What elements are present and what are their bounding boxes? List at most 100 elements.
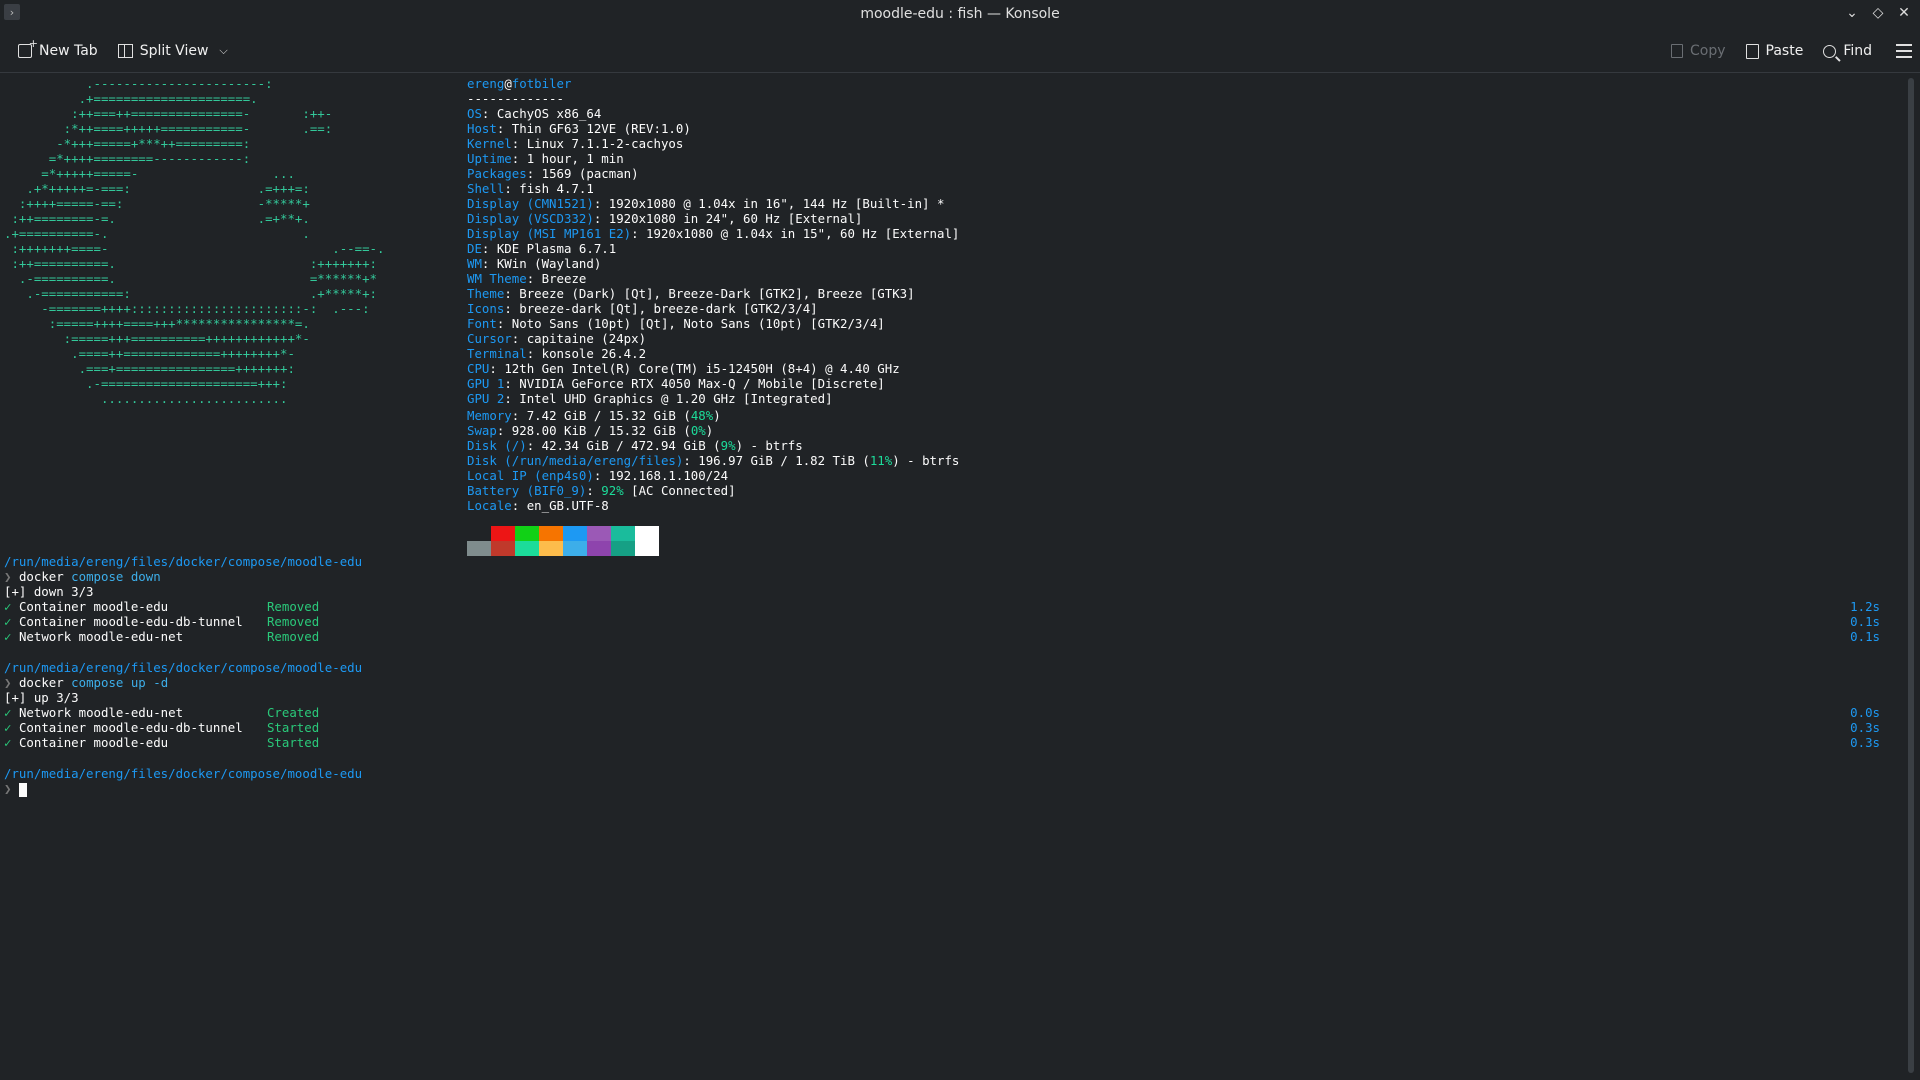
copy-icon <box>1671 44 1683 58</box>
fetch-row: Display (VSCD332): 1920x1080 in 24", 60 … <box>467 211 863 226</box>
ascii-logo-line: .====++=============++++++++*- <box>4 346 295 361</box>
fetch-row: Packages: 1569 (pacman) <box>467 166 639 181</box>
fetch-row: GPU 2: Intel UHD Graphics @ 1.20 GHz [In… <box>467 391 833 406</box>
palette-swatch <box>563 526 587 541</box>
ascii-logo-line: :++++=====-==: -*****+ <box>4 196 310 211</box>
split-view-label: Split View <box>139 43 209 59</box>
active-prompt[interactable]: ❯ <box>4 781 27 797</box>
fetch-memory: Memory: 7.42 GiB / 15.32 GiB (48%) <box>467 408 721 423</box>
paste-button[interactable]: Paste <box>1736 35 1814 67</box>
duration-label: 0.1s <box>1850 614 1880 629</box>
color-palette <box>467 526 659 556</box>
palette-swatch <box>515 526 539 541</box>
duration-label: 0.1s <box>1850 629 1880 644</box>
window-controls: ⌄ ◇ ✕ <box>1844 4 1912 22</box>
hamburger-menu-icon[interactable] <box>1896 44 1912 58</box>
palette-swatch <box>635 526 659 541</box>
fetch-row: Display (CMN1521): 1920x1080 @ 1.04x in … <box>467 196 945 211</box>
fetch-hostname: fotbiler <box>511 76 572 91</box>
split-view-icon <box>117 44 133 58</box>
command-line: ❯ docker compose down <box>4 569 161 584</box>
duration-label: 1.2s <box>1850 599 1880 614</box>
palette-swatch <box>467 526 491 541</box>
ascii-logo-line: :=====+++==========++++++++++++*- <box>4 331 310 346</box>
ascii-logo-line: .-===========: .+*****+: <box>4 286 377 301</box>
minimize-icon[interactable]: ⌄ <box>1844 4 1860 22</box>
fetch-row: Cursor: capitaine (24px) <box>467 331 647 346</box>
ascii-logo-line: -=======++++:::::::::::::::::::::::-: .-… <box>4 301 370 316</box>
ascii-logo-line: :++==========. :+++++++: <box>4 256 377 271</box>
palette-swatch <box>491 526 515 541</box>
ascii-logo-line: :++========-=. .=+**+. <box>4 211 310 226</box>
copy-button[interactable]: Copy <box>1661 35 1736 67</box>
terminal-view[interactable]: .-----------------------: .+============… <box>0 74 1900 1080</box>
fetch-battery: Battery (BIF0_9): 92% [AC Connected] <box>467 483 736 498</box>
palette-swatch <box>635 541 659 556</box>
find-label: Find <box>1843 43 1872 59</box>
chevron-down-icon[interactable]: ⌵ <box>219 44 227 58</box>
prompt-path: /run/media/ereng/files/docker/compose/mo… <box>4 660 363 675</box>
fetch-user-host: ereng@fotbiler <box>467 76 572 91</box>
search-icon <box>1823 44 1837 58</box>
fetch-row: Display (MSI MP161 E2): 1920x1080 @ 1.04… <box>467 226 960 241</box>
fetch-row: Theme: Breeze (Dark) [Qt], Breeze-Dark [… <box>467 286 915 301</box>
maximize-icon[interactable]: ◇ <box>1870 4 1886 22</box>
down-header: [+] down 3/3 <box>4 584 94 599</box>
command-line: ❯ docker compose up -d <box>4 675 169 690</box>
result-row: ✓ Container moodle-edu Started <box>4 735 320 750</box>
ascii-logo-line: .===+================+++++++: <box>4 361 295 376</box>
palette-swatch <box>587 526 611 541</box>
ascii-logo-line: =*++++========------------: <box>4 151 251 166</box>
window-titlebar: › moodle-edu : fish — Konsole ⌄ ◇ ✕ <box>0 0 1920 28</box>
close-icon[interactable]: ✕ <box>1896 4 1912 22</box>
ascii-logo-line: .+=====================. <box>4 91 258 106</box>
duration-label: 0.3s <box>1850 720 1880 735</box>
result-row: ✓ Container moodle-edu-db-tunnel Removed <box>4 614 320 629</box>
up-header: [+] up 3/3 <box>4 690 79 705</box>
palette-swatch <box>467 541 491 556</box>
terminal-icon[interactable]: › <box>4 4 20 20</box>
duration-label: 0.3s <box>1850 735 1880 750</box>
text-cursor <box>18 782 27 797</box>
fetch-locale: Locale: en_GB.UTF-8 <box>467 498 609 513</box>
fetch-row: CPU: 12th Gen Intel(R) Core(TM) i5-12450… <box>467 361 900 376</box>
palette-swatch <box>611 541 635 556</box>
fetch-row: Kernel: Linux 7.1.1-2-cachyos <box>467 136 684 151</box>
result-row: ✓ Network moodle-edu-net Removed <box>4 629 320 644</box>
palette-swatch <box>587 541 611 556</box>
new-tab-label: New Tab <box>39 43 98 59</box>
fetch-row: Font: Noto Sans (10pt) [Qt], Noto Sans (… <box>467 316 885 331</box>
copy-label: Copy <box>1690 43 1726 59</box>
fetch-user: ereng <box>467 76 505 91</box>
result-row: ✓ Network moodle-edu-net Created <box>4 705 320 720</box>
new-tab-button[interactable]: New Tab <box>8 35 108 67</box>
fetch-disk-files: Disk (/run/media/ereng/files): 196.97 Gi… <box>467 453 960 468</box>
ascii-logo-line: .-----------------------: <box>4 76 273 91</box>
palette-swatch <box>611 526 635 541</box>
duration-label: 0.0s <box>1850 705 1880 720</box>
palette-swatch <box>539 541 563 556</box>
paste-icon <box>1745 43 1759 59</box>
ascii-logo-line: :+++++++====- .--==-. <box>4 241 385 256</box>
ascii-logo-line: :*++====+++++===========- .==: <box>4 121 333 136</box>
fetch-row: DE: KDE Plasma 6.7.1 <box>467 241 617 256</box>
fetch-swap: Swap: 928.00 KiB / 15.32 GiB (0%) <box>467 423 714 438</box>
fetch-row: Icons: breeze-dark [Qt], breeze-dark [GT… <box>467 301 818 316</box>
fetch-row: GPU 1: NVIDIA GeForce RTX 4050 Max-Q / M… <box>467 376 885 391</box>
new-tab-icon <box>18 37 38 58</box>
fetch-separator: ------------- <box>467 91 564 106</box>
ascii-logo-line: .-==========. =******+* <box>4 271 377 286</box>
split-view-button[interactable]: Split View ⌵ <box>108 35 238 67</box>
terminal-scrollbar[interactable] <box>1908 78 1914 1073</box>
prompt-path: /run/media/ereng/files/docker/compose/mo… <box>4 766 363 781</box>
find-button[interactable]: Find <box>1813 35 1882 67</box>
palette-swatch <box>563 541 587 556</box>
result-row: ✓ Container moodle-edu Removed <box>4 599 320 614</box>
fetch-row: WM: KWin (Wayland) <box>467 256 602 271</box>
fetch-disk-root: Disk (/): 42.34 GiB / 472.94 GiB (9%) - … <box>467 438 803 453</box>
fetch-row: Uptime: 1 hour, 1 min <box>467 151 624 166</box>
fetch-row: WM Theme: Breeze <box>467 271 587 286</box>
fetch-local-ip: Local IP (enp4s0): 192.168.1.100/24 <box>467 468 729 483</box>
palette-swatch <box>515 541 539 556</box>
ascii-logo-line: -*+++=====+***++=========: <box>4 136 251 151</box>
